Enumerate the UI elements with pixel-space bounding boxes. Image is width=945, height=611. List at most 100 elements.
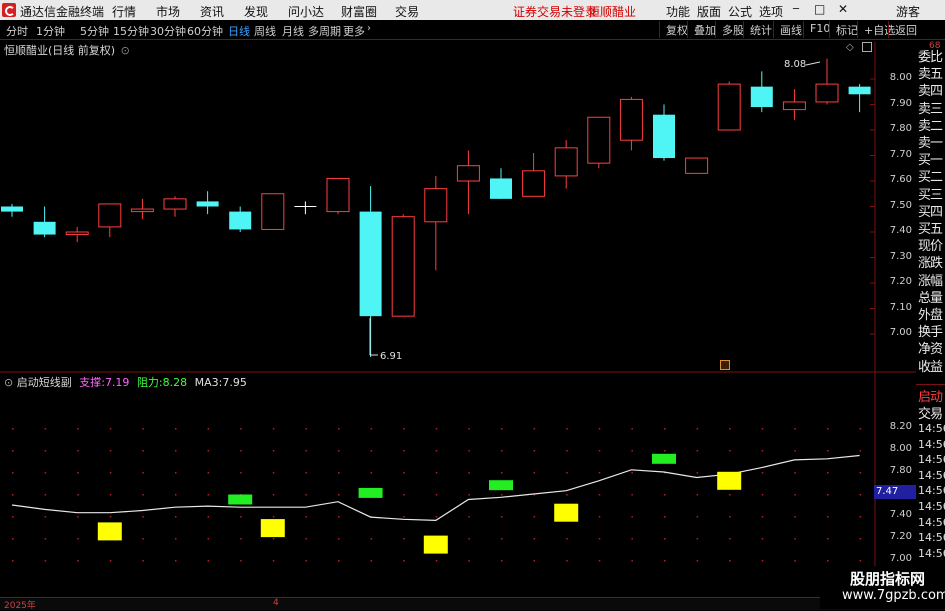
- quote-field-label: 换手: [918, 325, 943, 341]
- grid-dot: [175, 560, 177, 562]
- period-1min[interactable]: 1分钟: [36, 23, 65, 39]
- menu-function[interactable]: 功能: [666, 3, 690, 20]
- period-15min[interactable]: 15分钟: [113, 23, 149, 39]
- grid-dot: [566, 494, 568, 496]
- grid-dot: [175, 428, 177, 430]
- close-icon[interactable]: ✕: [838, 2, 848, 16]
- grid-dot: [142, 450, 144, 452]
- menu-layout[interactable]: 版面: [697, 3, 721, 20]
- maximize-icon[interactable]: □: [814, 2, 825, 16]
- grid-dot: [468, 472, 470, 474]
- grid-dot: [12, 560, 14, 562]
- menu-wenxiaoda[interactable]: 问小达: [288, 3, 324, 20]
- chart-canvas[interactable]: [0, 40, 916, 597]
- period-5min[interactable]: 5分钟: [80, 23, 109, 39]
- quote-field-label: 收益: [918, 359, 943, 375]
- minimize-icon[interactable]: ─: [793, 4, 799, 15]
- menu-trade[interactable]: 交易: [395, 3, 419, 20]
- grid-dot: [729, 494, 731, 496]
- menu-formula[interactable]: 公式: [728, 3, 752, 20]
- grid-dot: [44, 516, 47, 518]
- grid-dot: [761, 428, 764, 430]
- grid-dot: [794, 516, 796, 518]
- grid-dot: [240, 450, 242, 452]
- btn-back[interactable]: 返回: [888, 21, 923, 38]
- grid-dot: [338, 428, 340, 430]
- grid-dot: [664, 494, 666, 496]
- period-intraday[interactable]: 分时: [6, 23, 28, 39]
- period-weekly[interactable]: 周线: [254, 23, 276, 39]
- grid-dot: [501, 428, 503, 430]
- grid-dot: [142, 516, 144, 518]
- grid-dot: [501, 538, 503, 540]
- menu-news[interactable]: 资讯: [200, 3, 224, 20]
- grid-dot: [370, 560, 373, 562]
- grid-dot: [370, 472, 373, 474]
- grid-dot: [859, 516, 862, 518]
- period-60min[interactable]: 60分钟: [187, 23, 223, 39]
- grid-dot: [207, 472, 210, 474]
- grid-dot: [566, 472, 568, 474]
- grid-dot: [794, 538, 796, 540]
- candle-body-down: [1, 206, 23, 212]
- date-axis-bar: 2025年 4: [0, 597, 945, 611]
- grid-dot: [403, 494, 405, 496]
- grid-dot: [859, 560, 862, 562]
- period-daily[interactable]: 日线: [228, 23, 250, 39]
- grid-dot: [729, 450, 731, 452]
- user-guest[interactable]: 游客: [896, 3, 920, 20]
- resistance-marker: [489, 480, 513, 491]
- grid-dot: [761, 450, 764, 452]
- candle-body-up: [98, 203, 122, 228]
- grid-dot: [501, 516, 503, 518]
- menu-discover[interactable]: 发现: [244, 3, 268, 20]
- grid-dot: [794, 428, 796, 430]
- menu-options[interactable]: 选项: [759, 3, 783, 20]
- support-marker: [260, 519, 285, 538]
- candle-body-up: [522, 170, 546, 197]
- main-chart-title: 恒顺醋业(日线 前复权) ⊙: [4, 42, 130, 58]
- indicator-series: [11, 453, 860, 554]
- grid-dot: [175, 450, 177, 452]
- grid-dot: [142, 494, 144, 496]
- grid-dot: [44, 560, 47, 562]
- candle-body-down: [359, 211, 382, 317]
- grid-dot: [435, 516, 438, 518]
- period-monthly[interactable]: 月线: [282, 23, 304, 39]
- site-watermark: 股朋指标网 www.7gpzb.com: [820, 566, 945, 609]
- grid-dot: [827, 538, 829, 540]
- grid-dot: [859, 428, 862, 430]
- event-marker-icon[interactable]: [720, 360, 730, 370]
- grid-dot: [207, 516, 210, 518]
- menu-market[interactable]: 市场: [156, 3, 180, 20]
- diamond-icon[interactable]: ◇: [846, 42, 854, 53]
- grid-dot: [435, 560, 438, 562]
- indicator-tick-label: 8.00: [889, 443, 912, 454]
- grid-dot: [696, 450, 699, 452]
- grid-dot: [240, 472, 242, 474]
- quote-field-label: 卖五: [918, 67, 943, 83]
- grid-dot: [12, 472, 14, 474]
- grid-dot: [696, 494, 699, 496]
- grid-dot: [77, 538, 79, 540]
- candlestick-series: [1, 58, 871, 357]
- chart-options-icon[interactable]: ⊙: [121, 44, 130, 57]
- grid-dot: [533, 560, 536, 562]
- grid-dot: [44, 472, 47, 474]
- grid-dot: [435, 450, 438, 452]
- grid-dot: [272, 560, 275, 562]
- menu-market-quotes[interactable]: 行情: [112, 3, 136, 20]
- panel-toggle-icon[interactable]: [862, 42, 872, 52]
- period-multi[interactable]: 多周期: [308, 23, 341, 39]
- grid-dot: [631, 560, 633, 562]
- grid-dot: [468, 560, 470, 562]
- indicator-options-icon[interactable]: ⊙: [4, 376, 13, 389]
- trade-login-status[interactable]: 证券交易未登录: [513, 3, 597, 20]
- menu-wealth-circle[interactable]: 财富圈: [341, 3, 377, 20]
- period-more[interactable]: 更多: [343, 23, 365, 39]
- grid-dot: [729, 516, 731, 518]
- grid-dot: [109, 516, 112, 518]
- period-30min[interactable]: 30分钟: [150, 23, 186, 39]
- grid-dot: [794, 450, 796, 452]
- more-chevron-icon[interactable]: ›: [367, 23, 371, 34]
